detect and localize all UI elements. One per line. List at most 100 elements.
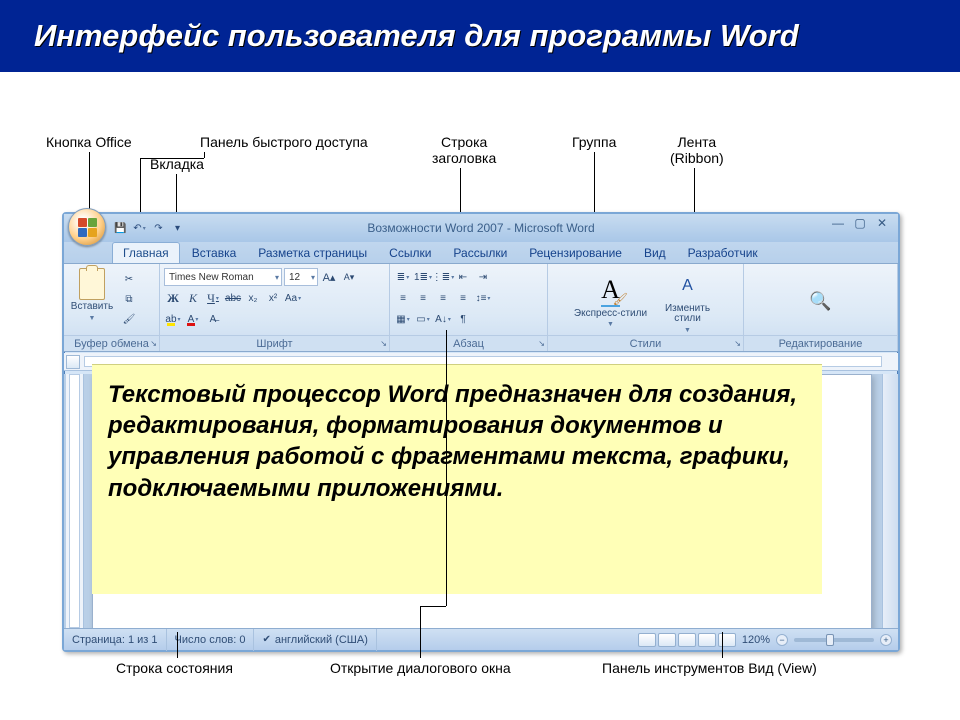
office-logo-icon [78,218,96,236]
zoom-level[interactable]: 120% [742,634,770,646]
callout-title-bar: Строка заголовка [432,134,496,166]
line-spacing-button[interactable]: ↕≡ [474,289,492,307]
dialog-launcher-icon[interactable]: ↘ [734,339,741,348]
qat-more-icon[interactable]: ▾ [169,220,186,237]
chevron-down-icon: ▼ [89,315,96,322]
vertical-ruler[interactable] [66,374,84,628]
paste-button[interactable]: Вставить ▼ [68,266,116,322]
slide-title-band: Интерфейс пользователя для программы Wor… [0,0,960,72]
increase-indent-button[interactable]: ⇥ [474,268,492,286]
view-draft-button[interactable] [718,633,736,647]
tab-home[interactable]: Главная [112,242,180,263]
group-label-text: Шрифт [256,338,292,350]
tab-developer[interactable]: Разработчик [678,243,768,263]
group-styles: A🖌 Экспресс-стили ▼ A Изменить стили ▼ [548,264,744,351]
numbering-button[interactable]: 1≣ [414,268,432,286]
status-right-panel: 120% − + [638,633,898,647]
change-styles-label: Изменить стили [665,304,710,325]
editing-find-button[interactable]: 🔍 [801,284,841,318]
bullets-button[interactable]: ≣ [394,268,412,286]
group-label-paragraph: Абзац ↘ [390,335,547,351]
font-color-button[interactable]: A [184,310,202,328]
view-full-screen-button[interactable] [658,633,676,647]
tab-insert[interactable]: Вставка [182,243,247,263]
group-clipboard: Вставить ▼ ✂ ⧉ 🖌 Буфер обмена ↘ [64,264,160,351]
highlight-color-button[interactable]: ab [164,310,182,328]
tab-references[interactable]: Ссылки [379,243,441,263]
change-styles-icon: A [672,270,704,302]
superscript-button[interactable]: x² [264,289,282,307]
view-outline-button[interactable] [698,633,716,647]
view-print-layout-button[interactable] [638,633,656,647]
copy-icon[interactable]: ⧉ [120,290,138,308]
status-language-text: английский (США) [275,634,368,646]
dialog-launcher-icon[interactable]: ↘ [538,339,545,348]
cut-icon[interactable]: ✂ [120,270,138,288]
font-name-combo[interactable]: Times New Roman [164,268,282,286]
underline-button[interactable]: Ч [204,289,222,307]
chevron-down-icon: ▼ [607,321,614,328]
group-editing: 🔍 Редактирование [744,264,898,351]
quick-styles-icon: A🖌 [595,275,627,307]
office-button[interactable] [68,208,106,246]
minimize-button[interactable]: — [828,217,848,231]
grow-font-icon[interactable]: A▴ [320,268,338,286]
group-font: Times New Roman 12 A▴ A▾ Ж К Ч abc x₂ x²… [160,264,390,351]
chevron-down-icon: ▼ [684,327,691,334]
bold-button[interactable]: Ж [164,289,182,307]
zoom-slider-thumb[interactable] [826,634,834,646]
close-button[interactable]: ✕ [872,217,892,231]
proofing-icon: ✔ [262,634,270,645]
shrink-font-icon[interactable]: A▾ [340,268,358,286]
leader-line [420,606,421,658]
group-label-text: Стили [630,338,662,350]
tab-page-layout[interactable]: Разметка страницы [248,243,377,263]
borders-button[interactable]: ▭ [414,310,432,328]
decrease-indent-button[interactable]: ⇤ [454,268,472,286]
ruler-corner-icon[interactable] [66,355,80,369]
vertical-scrollbar[interactable] [882,374,898,628]
italic-button[interactable]: К [184,289,202,307]
tab-view[interactable]: Вид [634,243,676,263]
qat-redo-icon[interactable]: ↷ [150,220,167,237]
leader-line [140,158,204,159]
change-styles-button[interactable]: A Изменить стили ▼ [655,268,721,334]
tab-mailings[interactable]: Рассылки [443,243,517,263]
callout-office-btn: Кнопка Office [46,134,132,150]
note-text: Текстовый процессор Word предназначен дл… [108,379,806,504]
status-language[interactable]: ✔ английский (США) [254,629,376,651]
quick-styles-button[interactable]: A🖌 Экспресс-стили ▼ [571,273,651,329]
dialog-launcher-icon[interactable]: ↘ [380,339,387,348]
sort-button[interactable]: A↓ [434,310,452,328]
subscript-button[interactable]: x₂ [244,289,262,307]
change-case-button[interactable]: Aa [284,289,302,307]
callout-group: Группа [572,134,616,150]
maximize-button[interactable]: ▢ [850,217,870,231]
group-label-editing: Редактирование [744,335,897,351]
view-web-layout-button[interactable] [678,633,696,647]
group-label-text: Абзац [453,338,484,350]
zoom-out-button[interactable]: − [776,634,788,646]
align-left-button[interactable]: ≡ [394,289,412,307]
status-page[interactable]: Страница: 1 из 1 [64,629,167,651]
qat-undo-icon[interactable]: ↶ [131,220,148,237]
shading-button[interactable]: ▦ [394,310,412,328]
tab-review[interactable]: Рецензирование [519,243,632,263]
dialog-launcher-icon[interactable]: ↘ [150,339,157,348]
qat-save-icon[interactable]: 💾 [112,220,129,237]
zoom-slider[interactable] [794,638,874,642]
justify-button[interactable]: ≡ [454,289,472,307]
font-size-combo[interactable]: 12 [284,268,318,286]
multilevel-list-button[interactable]: ⋮≣ [434,268,452,286]
clear-formatting-button[interactable]: A̶ [204,310,222,328]
format-painter-icon[interactable]: 🖌 [120,310,138,328]
show-marks-button[interactable]: ¶ [454,310,472,328]
leader-line [722,632,723,658]
group-label-font: Шрифт ↘ [160,335,389,351]
status-word-count[interactable]: Число слов: 0 [167,629,255,651]
zoom-in-button[interactable]: + [880,634,892,646]
align-right-button[interactable]: ≡ [434,289,452,307]
strikethrough-button[interactable]: abc [224,289,242,307]
align-center-button[interactable]: ≡ [414,289,432,307]
group-label-text: Редактирование [779,338,863,350]
